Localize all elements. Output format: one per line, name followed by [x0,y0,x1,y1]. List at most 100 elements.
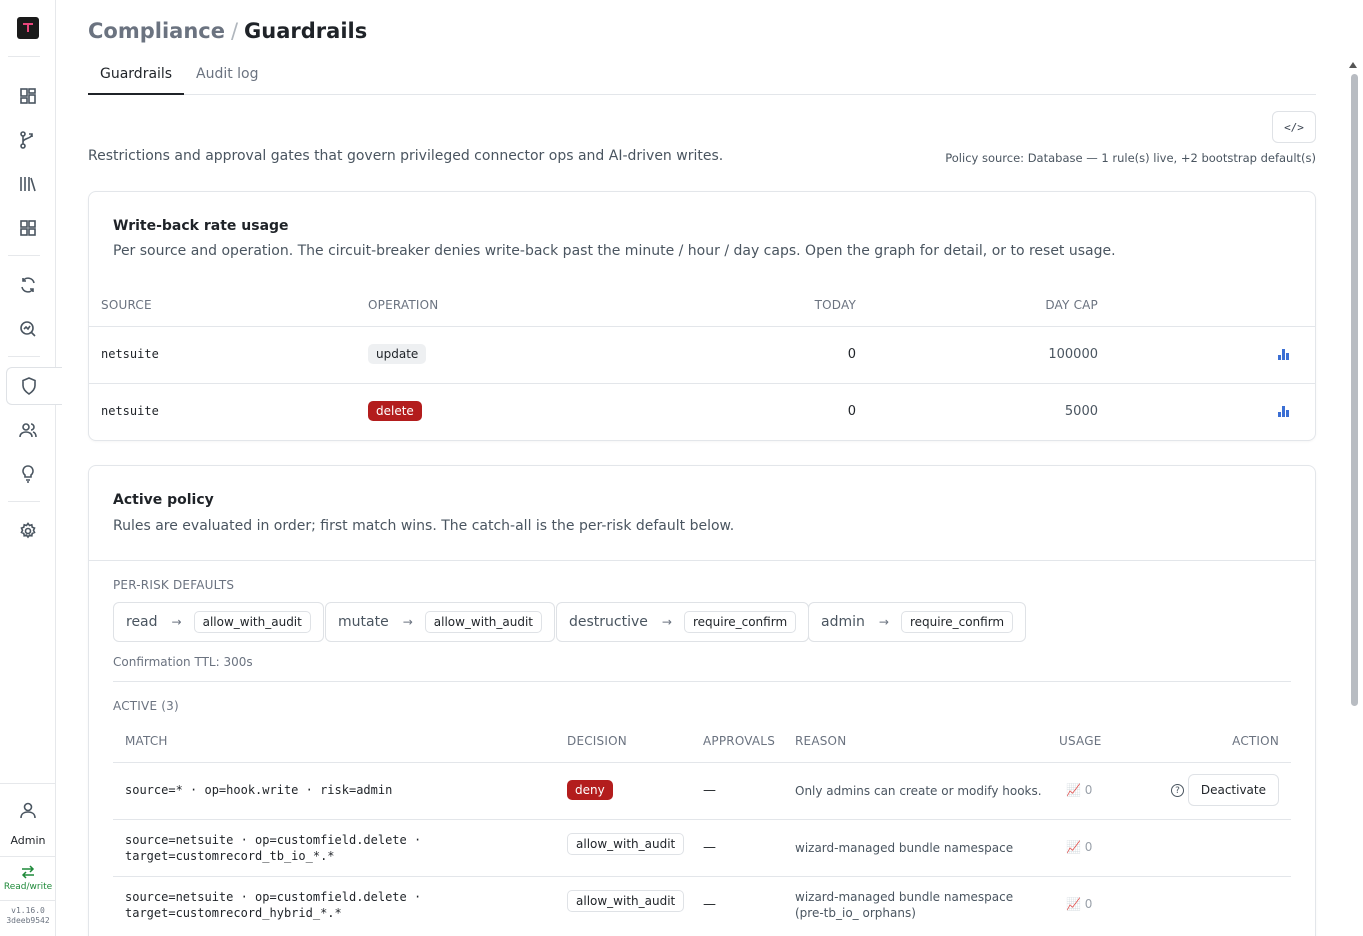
rule-match: source=netsuite · op=customfield.delete … [125,832,421,864]
rule-approvals: — [703,783,716,798]
sidebar-item-explore[interactable] [6,310,50,348]
arrow-icon: → [402,615,413,629]
sidebar-divider [8,56,40,57]
version-info: v1.16.0 3deeb9542 [0,906,56,926]
open-graph-icon[interactable] [1278,349,1290,360]
app-logo[interactable] [17,17,39,39]
access-mode-label: Read/write [3,882,53,892]
mode-toggle-button[interactable] [20,864,36,880]
rule-match: source=* · op=hook.write · risk=admin [125,783,393,797]
row-today: 0 [847,404,856,419]
sidebar-divider [8,255,40,256]
sidebar-divider [0,856,55,857]
row-source: netsuite [101,347,159,361]
row-divider [113,819,1291,820]
sidebar-item-guardrails[interactable] [6,367,62,405]
breadcrumb-parent[interactable]: Compliance [88,19,225,43]
section-divider [89,560,1315,561]
dashboard-icon [20,88,36,104]
search-analytics-icon [20,321,36,337]
user-icon [20,802,36,819]
usage-count[interactable]: 📈 0 [1066,840,1092,854]
rate-usage-card: Write-back rate usage Per source and ope… [88,191,1316,441]
version-text: v1.16.0 [11,906,45,915]
usage-count[interactable]: 📈 0 [1066,783,1092,797]
rate-usage-title: Write-back rate usage [113,218,289,234]
default-rule-read: read → allow_with_audit [113,602,324,642]
rate-usage-subtitle: Per source and operation. The circuit-br… [113,243,1116,259]
policy-source-text: Policy source: Database — 1 rule(s) live… [945,151,1316,165]
column-header-usage: USAGE [1059,734,1102,748]
active-policy-title: Active policy [113,492,214,508]
decision-badge: deny [567,780,613,800]
risk-label: admin [821,614,865,630]
row-day-cap: 5000 [1064,404,1098,419]
column-header-action: ACTION [1232,734,1279,748]
sidebar-item-dashboard[interactable] [6,77,50,115]
tab-audit-log[interactable]: Audit log [196,66,259,95]
row-divider [113,876,1291,877]
operation-badge: delete [368,401,422,421]
build-text: 3deeb9542 [6,916,50,925]
row-source: netsuite [101,404,159,418]
decision-badge: allow_with_audit [567,890,685,912]
per-risk-defaults-label: PER-RISK DEFAULTS [113,578,235,592]
scrollbar-thumb[interactable] [1351,74,1358,706]
default-rule-destructive: destructive → require_confirm [556,602,810,642]
tab-guardrails[interactable]: Guardrails [88,66,185,95]
app-root: Admin Read/write v1.16.0 3deeb9542 Compl… [0,0,1363,936]
risk-label: destructive [569,614,648,630]
arrow-icon: → [878,615,889,629]
page-title: Guardrails [244,19,368,43]
row-divider [113,762,1291,763]
confirmation-ttl: Confirmation TTL: 300s [113,655,253,669]
breadcrumb-separator: / [230,19,239,43]
sidebar-item-users[interactable] [6,411,50,449]
default-rule-mutate: mutate → allow_with_audit [325,602,556,642]
view-source-button[interactable]: </> [1272,111,1316,143]
rule-match-line: source=netsuite · op=customfield.delete … [125,890,422,904]
arrow-icon: → [171,615,182,629]
rule-reason: wizard-managed bundle namespace [795,841,1014,855]
decision-badge: require_confirm [683,611,797,633]
rules-table: MATCH DECISION APPROVALS REASON USAGE AC… [113,726,1291,936]
active-policy-card: Active policy Rules are evaluated in ord… [88,465,1316,936]
deactivate-button[interactable]: Deactivate [1187,774,1279,806]
sidebar-item-settings[interactable] [6,512,50,550]
sidebar-item-library[interactable] [6,165,50,203]
shield-icon [21,377,36,395]
library-icon [20,177,36,192]
sidebar-item-sync[interactable] [6,266,50,304]
column-header-decision: DECISION [567,734,627,748]
column-header-reason: REASON [795,734,847,748]
decision-badge: allow_with_audit [193,611,311,633]
swap-icon [21,865,35,879]
rule-approvals: — [703,840,716,855]
rule-reason: wizard-managed bundle namespace (pre-tb_… [795,890,1014,920]
rule-match-line: source=netsuite · op=customfield.delete … [125,833,422,847]
sidebar-item-insights[interactable] [6,455,50,493]
active-rules-label: ACTIVE (3) [113,699,179,713]
column-header-match: MATCH [125,734,168,748]
help-icon[interactable]: ? [1171,784,1184,797]
grid-icon [20,220,36,236]
rule-match-line: target=customrecord_hybrid_*.* [125,906,342,920]
sidebar-divider [8,501,40,502]
sidebar-item-apps[interactable] [6,209,50,247]
row-day-cap: 100000 [1048,347,1098,362]
open-graph-icon[interactable] [1278,406,1290,417]
tab-bar: Guardrails Audit log [88,56,1316,95]
decision-badge: allow_with_audit [424,611,543,633]
user-role-label: Admin [10,834,46,847]
usage-count[interactable]: 📈 0 [1066,897,1092,911]
sidebar: Admin Read/write v1.16.0 3deeb9542 [0,0,62,936]
scroll-up-arrow[interactable] [1349,62,1357,68]
row-divider [89,326,1315,327]
branch-icon [20,131,33,149]
sidebar-divider [0,783,55,784]
rule-match: source=netsuite · op=customfield.delete … [125,889,421,921]
page-description: Restrictions and approval gates that gov… [88,148,724,164]
sidebar-item-pipelines[interactable] [6,121,50,159]
user-menu-button[interactable] [6,791,50,829]
column-header-day-cap: DAY CAP [1045,298,1098,312]
